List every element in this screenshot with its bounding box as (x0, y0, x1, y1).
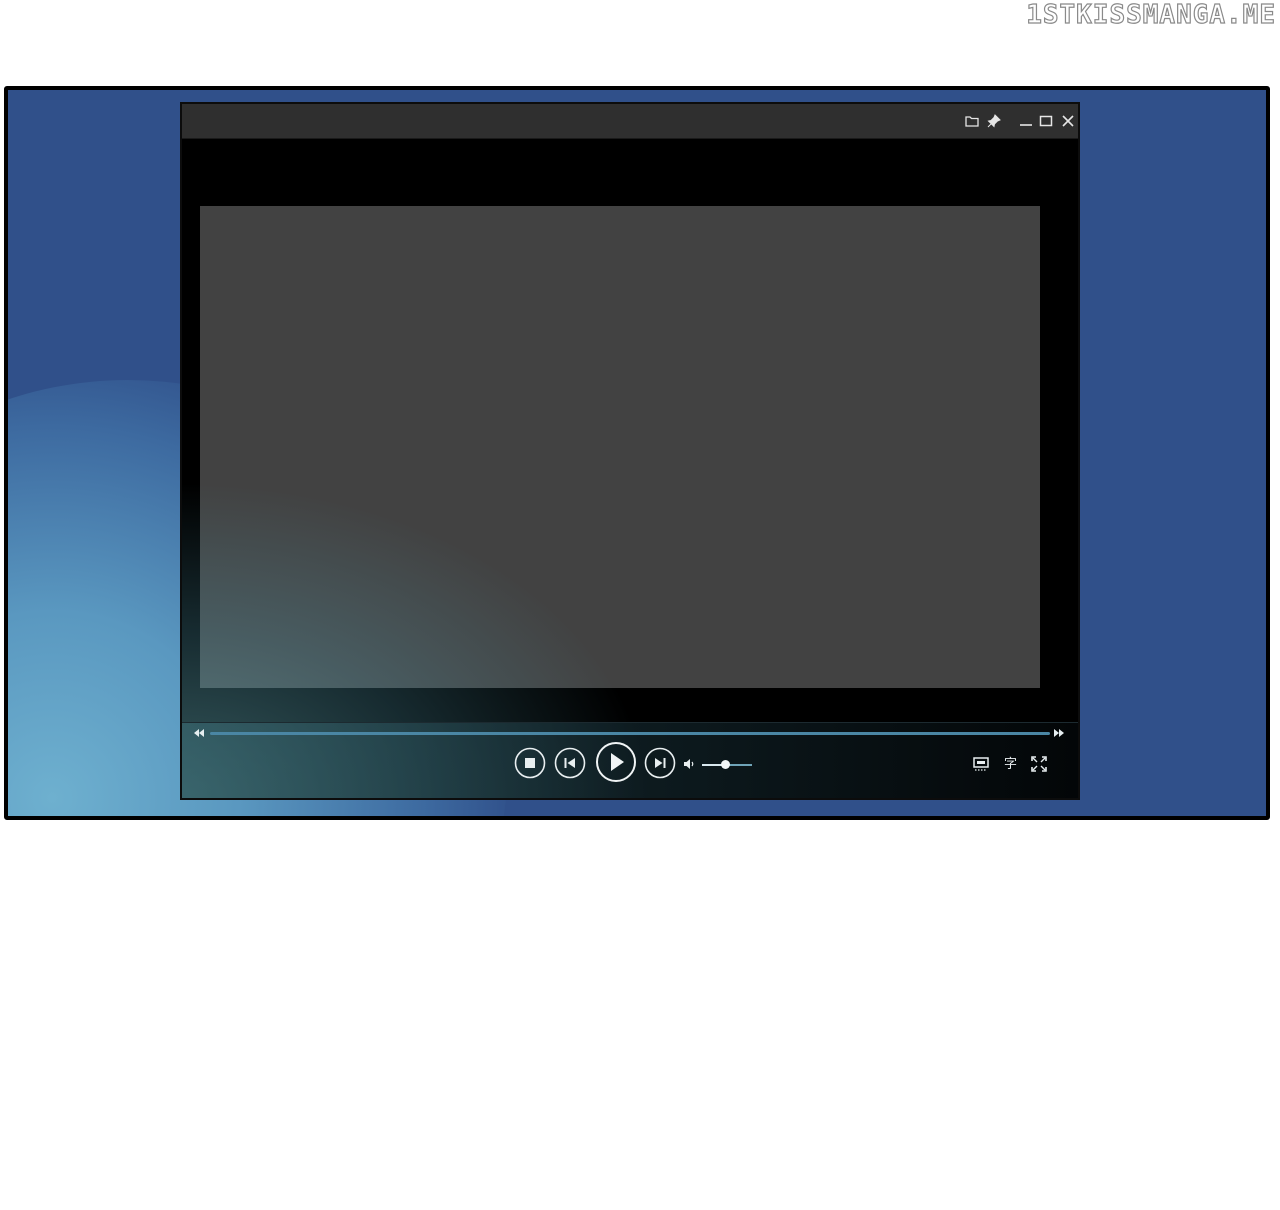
volume-icon[interactable] (682, 757, 696, 771)
media-player-window: 字 (180, 102, 1080, 800)
screen-icon[interactable] (972, 755, 990, 773)
title-bar (182, 104, 1078, 139)
subtitle-icon[interactable]: 字 (1004, 753, 1017, 772)
pin-icon[interactable] (986, 113, 1002, 129)
previous-icon[interactable] (554, 747, 586, 779)
stop-icon[interactable] (514, 747, 546, 779)
rewind-icon[interactable] (192, 727, 206, 739)
watermark: 1STKISSMANGA.ME (1026, 0, 1276, 31)
fast-forward-icon[interactable] (1052, 727, 1066, 739)
play-icon[interactable] (595, 741, 637, 783)
video-viewport[interactable] (200, 206, 1040, 688)
desktop-panel: 字 (4, 86, 1270, 820)
close-icon[interactable] (1060, 113, 1076, 129)
seek-bar[interactable] (210, 732, 1050, 735)
minimize-icon[interactable] (1018, 113, 1034, 129)
folder-icon[interactable] (964, 113, 980, 129)
volume-knob[interactable] (720, 760, 730, 769)
fullscreen-icon[interactable] (1030, 755, 1048, 773)
next-icon[interactable] (644, 747, 676, 779)
controls-bar: 字 (182, 722, 1078, 798)
maximize-icon[interactable] (1038, 113, 1054, 129)
